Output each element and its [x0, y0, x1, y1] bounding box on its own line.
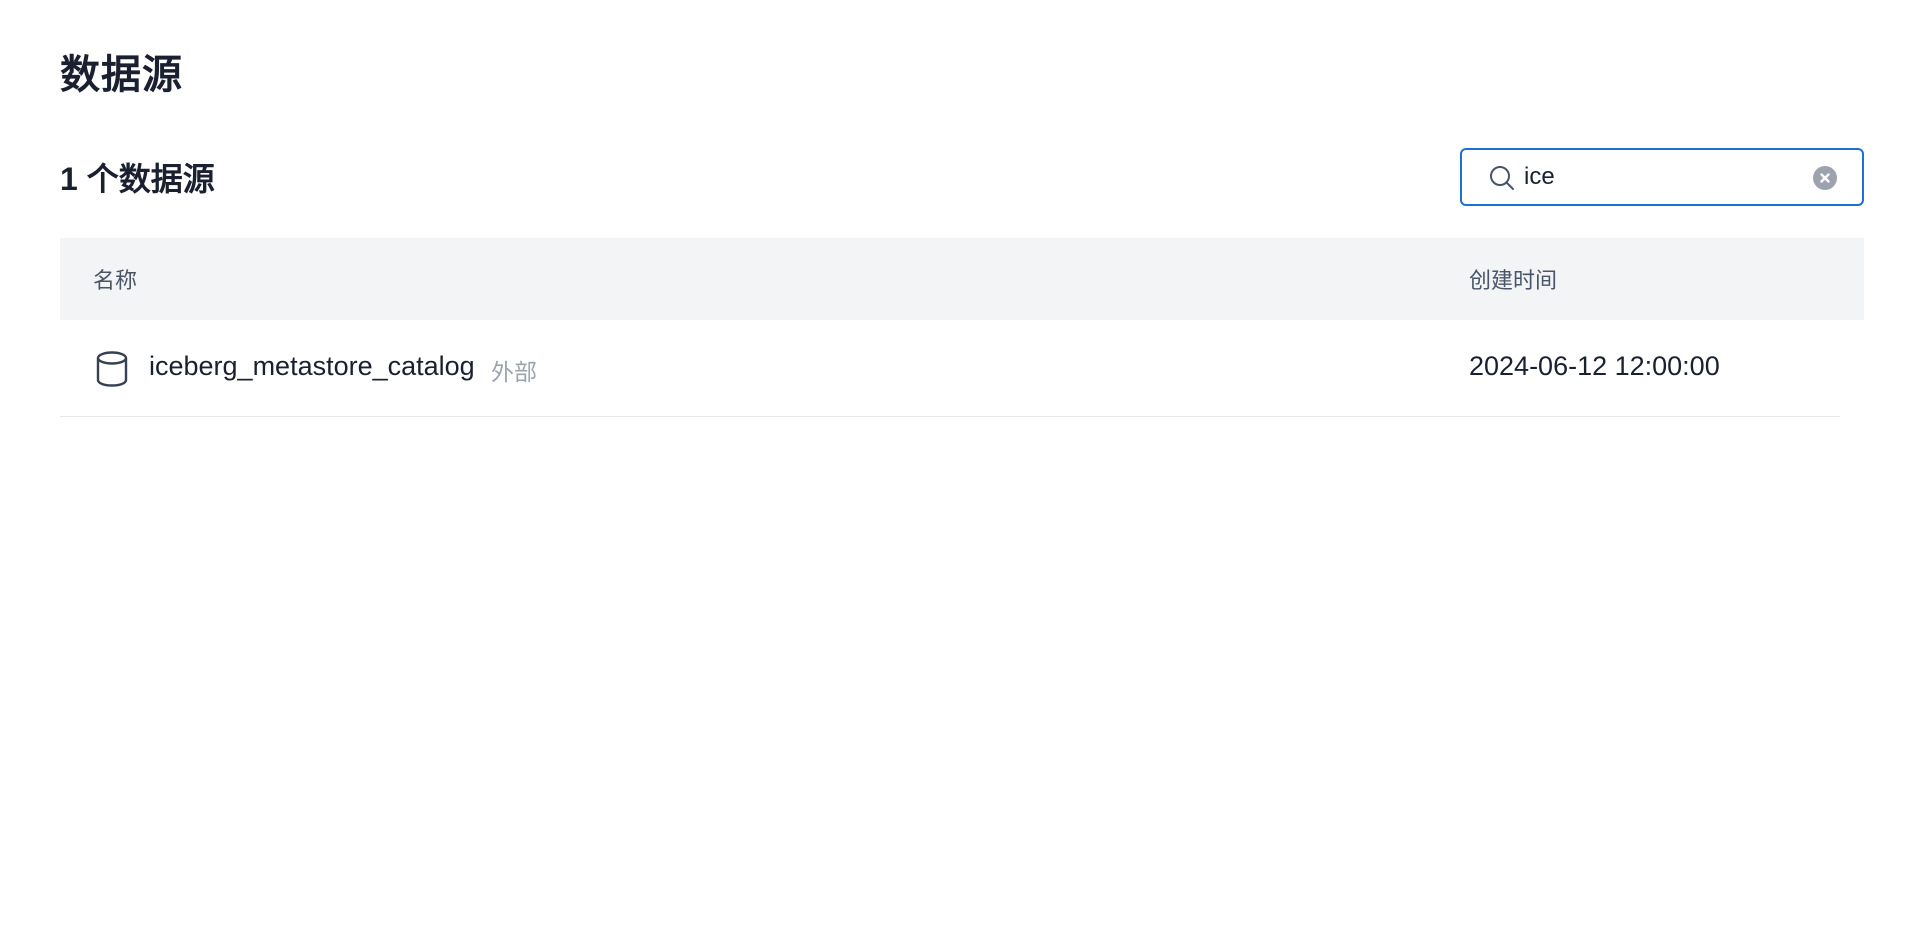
- datasource-count: 1 个数据源: [60, 161, 215, 197]
- search-icon: [1490, 166, 1514, 190]
- search-input[interactable]: [1524, 160, 1804, 194]
- column-header-created-time[interactable]: 创建时间: [1469, 263, 1557, 295]
- page-title: 数据源: [60, 53, 183, 97]
- toolbar: 1 个数据源: [60, 148, 1864, 206]
- created-time-cell: 2024-06-12 12:00:00: [1469, 351, 1720, 381]
- datasource-table: 名称 创建时间 iceberg_metastore_catalog 外部 202…: [60, 238, 1864, 417]
- search-box[interactable]: [1460, 148, 1864, 206]
- table-header: 名称 创建时间: [60, 238, 1864, 320]
- external-tag: 外部: [491, 359, 537, 385]
- datasource-name-link[interactable]: iceberg_metastore_catalog: [149, 351, 475, 382]
- page: 数据源 1 个数据源 名称 创建时间 iceberg_m: [0, 0, 1916, 952]
- table-row[interactable]: iceberg_metastore_catalog 外部 2024-06-12 …: [60, 320, 1840, 417]
- clear-icon[interactable]: [1812, 165, 1838, 191]
- database-icon: [96, 351, 128, 387]
- column-header-name[interactable]: 名称: [93, 263, 137, 295]
